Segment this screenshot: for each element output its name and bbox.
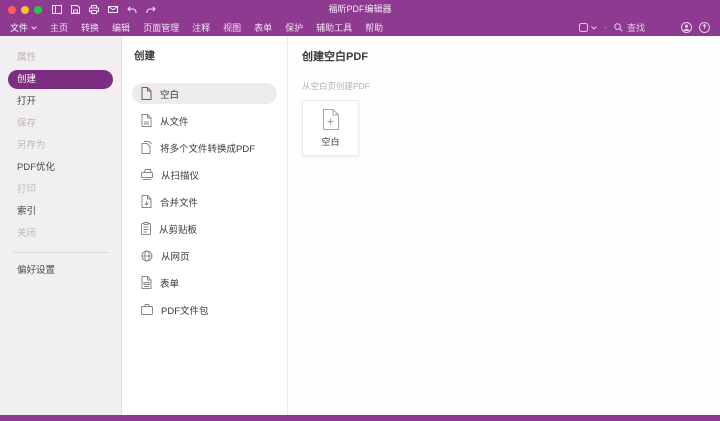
menu-home[interactable]: 主页 — [50, 21, 68, 34]
menu-items: 文件 主页 转换 编辑 页面管理 注释 视图 表单 保护 辅助工具 帮助 — [10, 21, 383, 34]
save-icon[interactable] — [71, 5, 80, 14]
minimize-window-button[interactable] — [21, 5, 29, 14]
create-option-combine-files[interactable]: 将多个文件转换成PDF — [132, 137, 277, 158]
quick-access-toolbar — [52, 5, 156, 14]
menubar-separator: · — [603, 22, 607, 32]
create-option-merge-files[interactable]: 合并文件 — [132, 191, 277, 212]
search-scope-dropdown[interactable] — [578, 23, 597, 32]
page-subtitle: 从空白页创建PDF — [302, 81, 371, 91]
find-field[interactable]: 查找 — [614, 21, 645, 34]
window-controls — [8, 5, 42, 14]
menu-file-label: 文件 — [10, 23, 29, 33]
sidebar-item-create[interactable]: 创建 — [8, 69, 113, 89]
menu-protect[interactable]: 保护 — [285, 21, 303, 34]
create-option-blank[interactable]: 空白 — [132, 83, 277, 104]
bottom-bar — [0, 415, 720, 421]
email-icon[interactable] — [108, 6, 118, 13]
sidebar-item-preferences[interactable]: 偏好设置 — [8, 261, 113, 280]
panel-title: 创建 — [134, 50, 155, 62]
web-page-icon — [141, 250, 153, 262]
create-option-label: 将多个文件转换成PDF — [160, 143, 256, 155]
menu-form[interactable]: 表单 — [254, 21, 272, 34]
create-option-from-file[interactable]: 从文件 — [132, 110, 277, 131]
sidebar-item-save: 保存 — [17, 117, 37, 129]
find-label: 查找 — [626, 23, 645, 33]
undo-icon[interactable] — [127, 5, 137, 14]
create-option-from-web-page[interactable]: 从网页 — [132, 245, 277, 266]
page-title: 创建空白PDF — [302, 51, 368, 63]
search-scope-icon — [578, 23, 588, 32]
sidebar-item-properties: 属性 — [17, 51, 37, 63]
redo-icon[interactable] — [146, 5, 156, 14]
blank-page-icon — [141, 87, 152, 100]
menu-file[interactable]: 文件 — [10, 21, 37, 34]
create-option-label: 从文件 — [160, 116, 189, 128]
menu-help[interactable]: 帮助 — [365, 21, 383, 34]
menu-view[interactable]: 视图 — [223, 21, 241, 34]
sidebar-item-pdf-optimize[interactable]: PDF优化 — [8, 158, 113, 177]
app-window: 福昕PDF编辑器 文件 主页 转换 编辑 页面管理 注释 视图 表单 保护 辅助… — [0, 0, 720, 421]
menu-page-management[interactable]: 页面管理 — [143, 21, 179, 34]
file-backstage-sidebar: 属性 创建 打开 保存 另存为 PDF优化 打印 索引 关闭 偏好设置 — [0, 36, 122, 415]
sidebar-item-close: 关闭 — [17, 227, 37, 239]
sidebar-item-print: 打印 — [17, 183, 37, 195]
zoom-window-button[interactable] — [34, 5, 42, 14]
sidebar-item-save-as: 另存为 — [17, 139, 46, 151]
form-icon — [141, 276, 152, 289]
create-option-label: 合并文件 — [160, 197, 199, 209]
sidebar-item-index[interactable]: 索引 — [8, 202, 113, 221]
menu-edit[interactable]: 编辑 — [112, 21, 130, 34]
share-icon[interactable] — [699, 22, 710, 33]
create-option-from-clipboard[interactable]: 从剪贴板 — [132, 218, 277, 239]
sidebar-divider — [12, 252, 109, 253]
main-area: 属性 创建 打开 保存 另存为 PDF优化 打印 索引 关闭 偏好设置 创建 空… — [0, 36, 720, 415]
chevron-down-icon — [31, 25, 37, 30]
new-document-icon — [323, 108, 339, 130]
pdf-portfolio-icon — [141, 304, 153, 315]
menu-comment[interactable]: 注释 — [192, 21, 210, 34]
clipboard-icon — [141, 222, 151, 235]
create-option-label: 表单 — [160, 278, 180, 290]
chevron-down-icon — [591, 25, 597, 30]
sidebar-item-open[interactable]: 打开 — [8, 92, 113, 111]
content-area: 创建空白PDF 从空白页创建PDF 空白 — [288, 36, 720, 415]
menu-convert[interactable]: 转换 — [81, 21, 99, 34]
user-avatar-icon[interactable] — [681, 22, 692, 33]
menubar-right: · 查找 — [578, 21, 710, 34]
create-option-from-scanner[interactable]: 从扫描仪 — [132, 164, 277, 185]
create-option-label: 从网页 — [161, 251, 190, 263]
close-window-button[interactable] — [8, 5, 16, 14]
create-option-label: PDF文件包 — [161, 305, 209, 317]
create-option-pdf-portfolio[interactable]: PDF文件包 — [132, 299, 277, 320]
search-icon — [614, 23, 623, 32]
menubar: 文件 主页 转换 编辑 页面管理 注释 视图 表单 保护 辅助工具 帮助 · 查… — [0, 19, 720, 36]
merge-files-icon — [141, 195, 152, 208]
scanner-icon — [141, 169, 153, 180]
create-options-panel: 创建 空白 从文件 将多个文件转换成PDF 从扫描仪 合并文件 从剪贴板 从网页… — [122, 36, 288, 415]
blank-pdf-card[interactable]: 空白 — [302, 100, 359, 156]
create-option-label: 从剪贴板 — [159, 224, 198, 236]
create-option-label: 从扫描仪 — [161, 170, 200, 182]
print-icon[interactable] — [89, 5, 99, 14]
blank-card-label: 空白 — [321, 136, 340, 147]
menu-accessibility[interactable]: 辅助工具 — [316, 21, 352, 34]
create-option-form[interactable]: 表单 — [132, 272, 277, 293]
create-option-label: 空白 — [160, 89, 180, 101]
combine-files-icon — [141, 141, 152, 154]
titlebar: 福昕PDF编辑器 — [0, 0, 720, 19]
toggle-toolbar-icon[interactable] — [52, 5, 62, 14]
from-file-icon — [141, 114, 152, 127]
